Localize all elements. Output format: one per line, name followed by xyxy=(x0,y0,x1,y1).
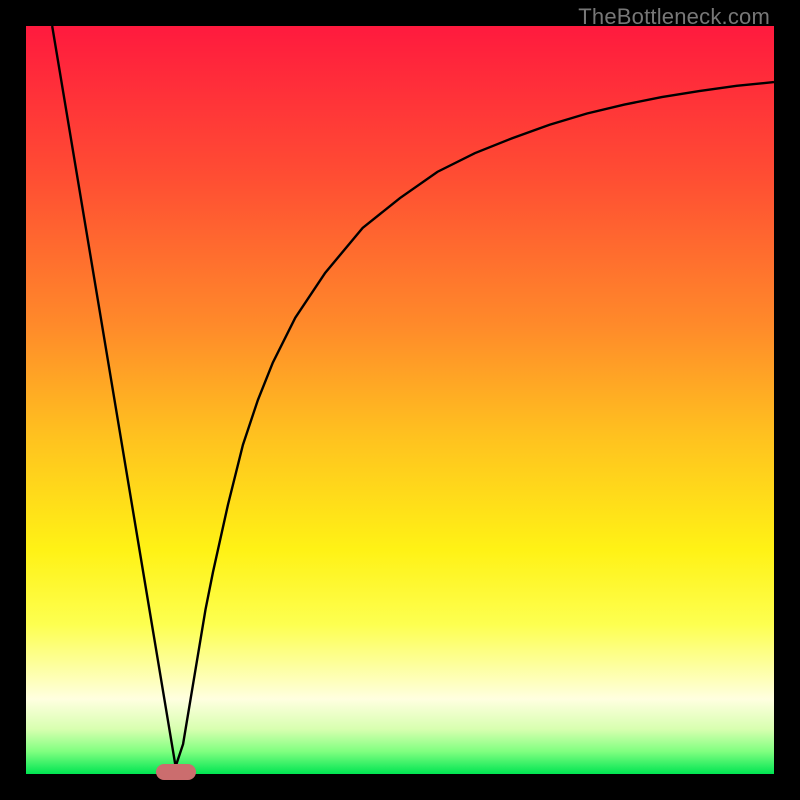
chart-frame xyxy=(26,26,774,774)
watermark-text: TheBottleneck.com xyxy=(578,4,770,30)
plot-area xyxy=(26,26,774,774)
gradient-background xyxy=(26,26,774,774)
optimal-point-marker xyxy=(156,764,196,780)
